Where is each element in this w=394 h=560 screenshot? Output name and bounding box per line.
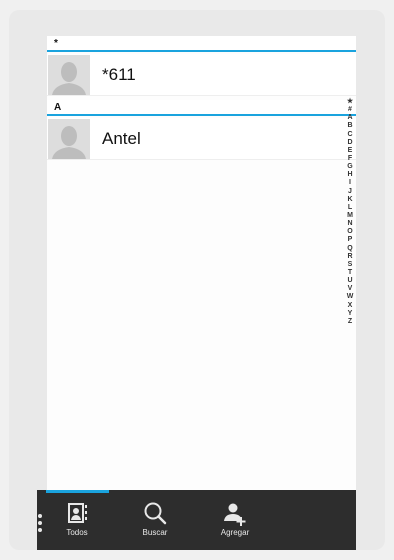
alphabet-index-item[interactable]: V (348, 285, 353, 293)
contacts-screen: * *611 A Antel ★ # A B C D E F G H I J K L M N O P Q R S T U V W… (47, 36, 356, 548)
alphabet-index-item[interactable]: J (348, 188, 352, 196)
tab-buscar[interactable]: Buscar (123, 490, 187, 550)
section-header-label: A (54, 102, 62, 113)
alphabet-index-item[interactable]: N (347, 220, 352, 228)
alphabet-index-item[interactable]: R (347, 253, 352, 261)
alphabet-index-item[interactable]: O (347, 228, 352, 236)
alphabet-index-item[interactable]: M (347, 212, 353, 220)
contact-name: Antel (102, 129, 141, 148)
alphabet-index-item[interactable]: X (348, 302, 353, 310)
alphabet-index-item[interactable]: A (347, 114, 352, 122)
alphabet-index-item[interactable]: I (349, 179, 351, 187)
alphabet-index-item[interactable]: U (347, 277, 352, 285)
add-contact-icon (203, 500, 267, 526)
tab-label: Agregar (220, 528, 250, 537)
alphabet-index-item[interactable]: T (348, 269, 352, 277)
alphabet-index-item[interactable]: ★ (347, 98, 353, 106)
alphabet-index-item[interactable]: D (347, 139, 352, 147)
search-icon (123, 500, 187, 526)
alphabet-index-item[interactable]: B (347, 122, 352, 130)
person-silhouette-icon (48, 119, 90, 159)
alphabet-index-item[interactable]: # (348, 106, 352, 114)
alphabet-index-item[interactable]: Q (347, 245, 352, 253)
alphabet-index-item[interactable]: Z (348, 318, 352, 326)
section-header-star: * (47, 36, 356, 52)
alphabet-index-item[interactable]: F (348, 155, 352, 163)
contacts-book-icon (45, 500, 109, 526)
bottom-toolbar: Todos Buscar Agregar (37, 490, 356, 550)
section-header-label: * (54, 38, 58, 49)
tab-label: Buscar (142, 528, 168, 537)
alphabet-index-item[interactable]: K (347, 196, 352, 204)
tab-todos[interactable]: Todos (45, 490, 109, 550)
contact-row-antel[interactable]: Antel (47, 118, 356, 160)
alphabet-index-item[interactable]: G (347, 163, 352, 171)
alphabet-index-item[interactable]: Y (348, 310, 353, 318)
alphabet-index-item[interactable]: H (347, 171, 352, 179)
person-silhouette-icon (48, 55, 90, 95)
avatar (48, 55, 90, 95)
contact-row-611[interactable]: *611 (47, 54, 356, 96)
alphabet-index-item[interactable]: L (348, 204, 352, 212)
alphabet-index-item[interactable]: C (347, 131, 352, 139)
section-header-a: A (47, 100, 356, 116)
alphabet-index-item[interactable]: S (348, 261, 353, 269)
tab-agregar[interactable]: Agregar (203, 490, 267, 550)
alphabet-index-item[interactable]: P (348, 236, 353, 244)
contact-name: *611 (102, 65, 136, 84)
overflow-menu-icon[interactable] (38, 514, 44, 538)
alphabet-index-item[interactable]: W (347, 293, 354, 301)
alphabet-index-item[interactable]: E (348, 147, 353, 155)
tab-label: Todos (66, 528, 88, 537)
avatar (48, 119, 90, 159)
alphabet-index[interactable]: ★ # A B C D E F G H I J K L M N O P Q R S T U V W X Y Z (343, 98, 356, 326)
